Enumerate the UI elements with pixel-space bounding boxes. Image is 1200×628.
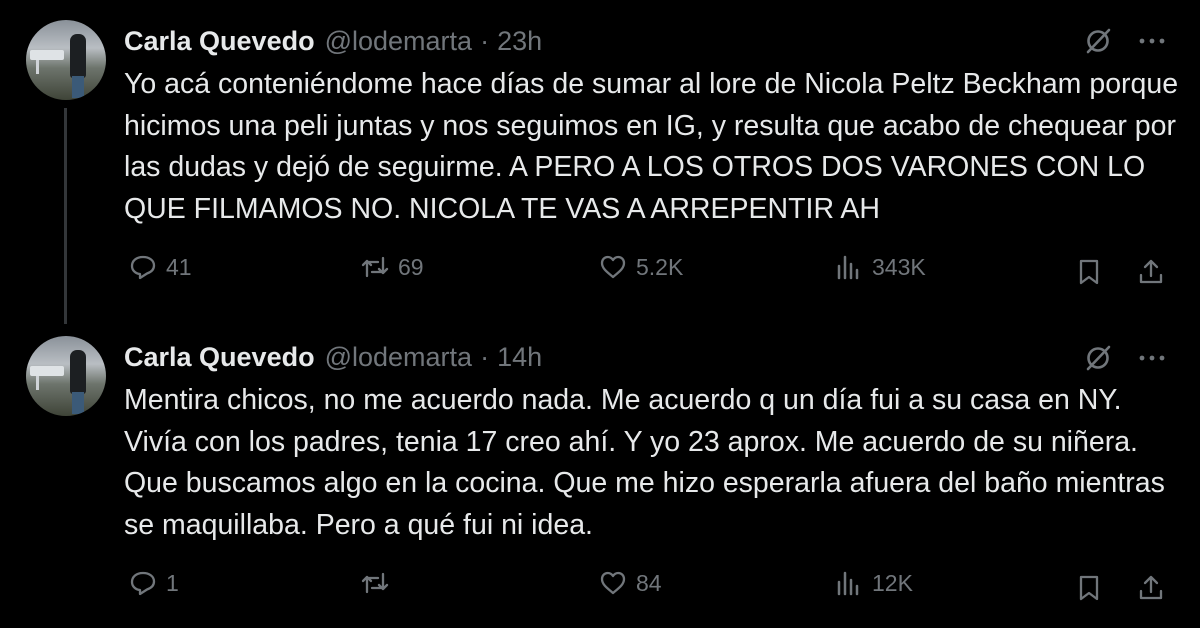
separator-dot: · xyxy=(480,342,490,372)
tweet[interactable]: Carla Quevedo @lodemarta · 14h Mentira c… xyxy=(0,320,1200,628)
action-bar: 1 84 12K xyxy=(0,568,1200,608)
share-icon[interactable] xyxy=(1136,257,1166,287)
reply-icon xyxy=(130,571,156,596)
repost-icon xyxy=(361,572,389,594)
reply-count: 1 xyxy=(166,569,179,596)
action-bar: 41 69 5.2K 343K xyxy=(0,252,1200,292)
author-name[interactable]: Carla Quevedo xyxy=(124,342,315,373)
avatar[interactable] xyxy=(26,20,106,100)
like-icon xyxy=(600,255,626,279)
author-name[interactable]: Carla Quevedo xyxy=(124,26,315,57)
repost-button[interactable] xyxy=(360,568,398,598)
share-icon[interactable] xyxy=(1136,573,1166,603)
views-icon xyxy=(837,255,859,280)
more-icon[interactable] xyxy=(1136,25,1168,57)
reply-icon xyxy=(130,255,156,280)
bookmark-icon[interactable] xyxy=(1074,257,1104,287)
reply-button[interactable]: 41 xyxy=(128,252,192,282)
repost-button[interactable]: 69 xyxy=(360,252,424,282)
views-button[interactable]: 12K xyxy=(834,568,913,598)
views-icon xyxy=(837,571,859,596)
bookmark-icon[interactable] xyxy=(1074,573,1104,603)
timestamp[interactable]: 14h xyxy=(497,342,542,373)
separator-dot: · xyxy=(480,26,490,56)
reply-count: 41 xyxy=(166,253,192,280)
tweet-header: Carla Quevedo @lodemarta · 23h xyxy=(124,26,542,58)
tweet[interactable]: Carla Quevedo @lodemarta · 23h Yo acá co… xyxy=(0,0,1200,320)
like-count: 5.2K xyxy=(636,253,684,280)
grok-icon[interactable] xyxy=(1082,25,1114,57)
like-button[interactable]: 84 xyxy=(598,568,662,598)
repost-count: 69 xyxy=(398,253,424,280)
tweet-header: Carla Quevedo @lodemarta · 14h xyxy=(124,342,542,374)
like-icon xyxy=(600,571,626,595)
views-button[interactable]: 343K xyxy=(834,252,926,282)
timestamp[interactable]: 23h xyxy=(497,26,542,57)
view-count: 12K xyxy=(872,569,913,596)
more-icon[interactable] xyxy=(1136,342,1168,374)
author-handle[interactable]: @lodemarta xyxy=(325,342,472,373)
tweet-text: Mentira chicos, no me acuerdo nada. Me a… xyxy=(124,384,1173,541)
repost-icon xyxy=(361,256,389,278)
like-button[interactable]: 5.2K xyxy=(598,252,683,282)
view-count: 343K xyxy=(872,253,926,280)
tweet-text: Yo acá conteniéndome hace días de sumar … xyxy=(124,68,1187,225)
reply-button[interactable]: 1 xyxy=(128,568,179,598)
like-count: 84 xyxy=(636,569,662,596)
grok-icon[interactable] xyxy=(1082,342,1114,374)
avatar[interactable] xyxy=(26,336,106,416)
author-handle[interactable]: @lodemarta xyxy=(325,26,472,57)
